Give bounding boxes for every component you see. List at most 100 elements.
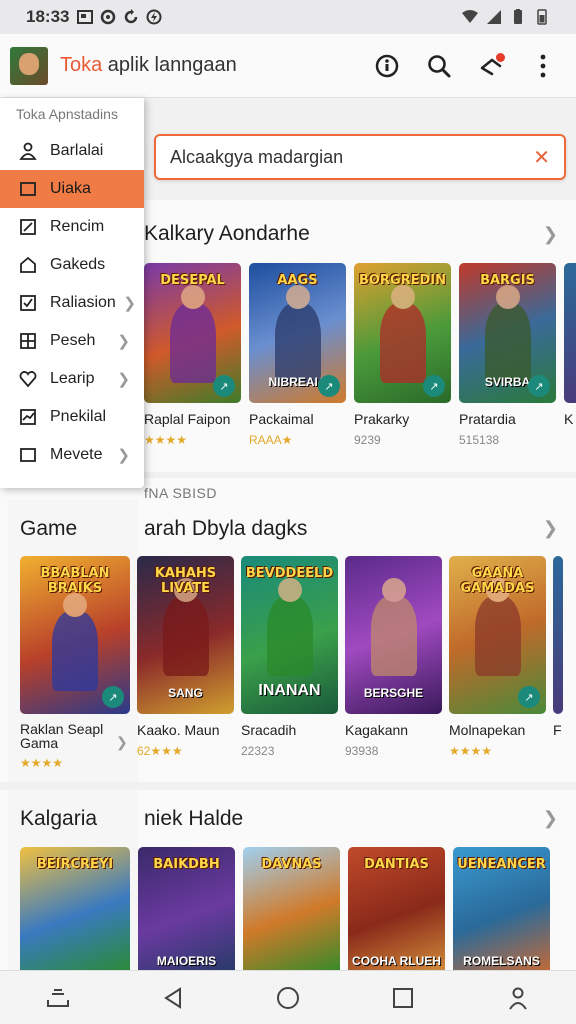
drawer-item-gakeds[interactable]: Gakeds [0,246,144,284]
drawer-item-peseh[interactable]: Peseh ❯ [0,322,144,360]
game-name: K [564,411,574,427]
card-chevron-icon[interactable]: ❯ [116,734,128,751]
game-art [553,556,563,714]
info-button[interactable] [372,51,402,81]
game-rating: RAAA★ [249,433,293,447]
game-card[interactable]: DESEPAL ↗ Raplal Faipon ★★★★ [144,263,241,447]
card-row: BEIRCREYI BAIKDBH MAIOERIS DAVNAS DANTIAS… [20,847,550,970]
drawer-item-barlalai[interactable]: Barlalai [0,132,144,170]
game-card-partial[interactable]: K [564,263,576,447]
section-title: Kalkary Aondarhe [144,222,310,245]
chevron-right-icon: ❯ [117,333,130,350]
nav-back-button[interactable] [153,978,193,1018]
game-art-caption: SANG [168,686,203,700]
edit-icon [20,219,36,235]
game-card[interactable]: KAHAHS LIVATE SANG Kaako. Maun 62★★★ [137,556,234,770]
section-more-chevron-icon[interactable]: ❯ [543,224,558,245]
game-art: BARGIS SVIRBA ↗ [459,263,556,403]
game-card[interactable]: DAVNAS [243,847,340,970]
clear-search-icon[interactable]: ✕ [533,145,550,170]
section-more-chevron-icon[interactable]: ❯ [543,518,558,539]
menu-tray-icon [46,988,69,1007]
game-card[interactable]: BERSGHE Kagakann 93938 [345,556,442,770]
drawer-item-raliasion[interactable]: Raliasion ❯ [0,284,144,322]
game-rating: 22323 [241,744,275,758]
game-card[interactable]: BAIKDBH MAIOERIS [138,847,235,970]
game-logo: BAIKDBH [153,857,220,872]
drawer-menu: Toka Apnstadins Barlalai Uiaka Rencim Ga… [0,98,144,488]
game-art: BERSGHE [345,556,442,714]
nav-recents-button[interactable] [383,978,423,1018]
drawer-item-uiaka[interactable]: Uiaka [0,170,144,208]
drawer-item-learip[interactable]: Learip ❯ [0,360,144,398]
more-menu-button[interactable] [528,51,558,81]
search-button[interactable] [424,51,454,81]
play-icon: ↗ [213,375,235,397]
game-logo: BARGIS [480,273,535,288]
status-time: 18:33 [26,7,70,26]
drawer-item-label: Learip [50,370,95,387]
search-input[interactable] [170,146,510,168]
section-more-chevron-icon[interactable]: ❯ [543,808,558,829]
play-icon: ↗ [102,686,124,708]
game-rating: 93938 [345,744,379,758]
drawer-header: Toka Apnstadins [16,106,118,122]
chevron-right-icon: ❯ [117,447,130,464]
heart-icon [19,371,37,388]
game-logo: AAGS [277,273,318,288]
game-art-caption: BERSGHE [363,686,424,700]
drawer-item-label: Peseh [50,332,96,349]
game-art: AAGS NIBREAIA ↗ [249,263,346,403]
home-icon [20,256,36,273]
signal-icon [487,10,501,24]
notifications-button[interactable] [476,51,506,81]
game-name: Kagakann [345,722,409,738]
game-name: Sracadih [241,722,297,738]
game-rating: 9239 [354,433,381,447]
game-name: Packaimal [249,411,314,427]
avatar[interactable] [10,46,48,85]
game-art [564,263,576,403]
app-title-rest: aplik lanngaan [102,54,237,76]
game-name: Raklan Seapl Gama [20,721,104,751]
game-art-caption: INANAN [258,682,321,699]
game-art: BORGREDIN ↗ [354,263,451,403]
game-card[interactable]: AAGS NIBREAIA ↗ Packaimal RAAA★ [249,263,346,447]
game-name: Molnapekan [449,722,526,738]
battery-icon [514,9,522,24]
drawer-item-pnekilal[interactable]: Pnekilal [0,398,144,436]
app-title-accent: Toka [60,54,103,76]
game-name: Pratardia [459,411,516,427]
game-card-partial[interactable]: F S [553,556,563,770]
chart-icon [20,409,36,425]
game-logo: KAHAHS LIVATE [154,566,217,596]
game-card[interactable]: BARGIS SVIRBA ↗ Pratardia 515138 [459,263,556,447]
drawer-item-label: Pnekilal [50,408,107,425]
search-bar[interactable]: ✕ [154,134,566,180]
play-icon: ↗ [518,686,540,708]
game-logo: DANTIAS [364,857,429,872]
game-card[interactable]: DANTIAS COOHA RLUEH [348,847,445,970]
game-art: BAIKDBH MAIOERIS [138,847,235,970]
game-card[interactable]: BBABLAN BRAIKS ↗ Raklan Seapl Gama ★★★★ [20,556,130,770]
profile-icon [509,987,528,1010]
game-card[interactable]: BEIRCREYI [20,847,130,970]
left-column-title: Kalgaria [20,807,98,830]
bolt-icon [146,9,162,25]
nav-menu-button[interactable] [38,978,78,1018]
nav-home-button[interactable] [268,978,308,1018]
game-card[interactable]: BORGREDIN ↗ Prakarky 9239 [354,263,451,447]
drawer-item-label: Gakeds [50,256,106,273]
game-card[interactable]: GAANA GAMADAS ↗ Molnapekan ★★★★ [449,556,546,770]
game-card[interactable]: UENEANCER ROMELSANS [453,847,550,970]
drawer-item-mevete[interactable]: Mevete ❯ [0,436,144,474]
game-card[interactable]: BEVDDEELD INANAN Sracadih 22323 [241,556,338,770]
game-art: KAHAHS LIVATE SANG [137,556,234,714]
game-art: DAVNAS [243,847,340,970]
game-logo: GAANA GAMADAS [460,566,535,596]
game-logo: UENEANCER [457,857,546,872]
nav-profile-button[interactable] [498,978,538,1018]
game-rating: ★★★★ [449,744,493,758]
app-bar: Toka aplik lanngaan [0,34,576,98]
drawer-item-rencim[interactable]: Rencim [0,208,144,246]
